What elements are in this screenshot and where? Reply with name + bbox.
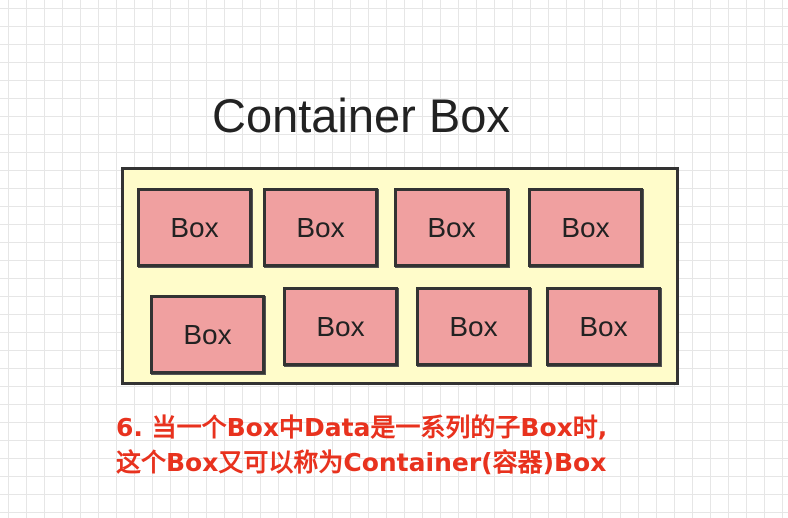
caption: 6. 当一个Box中Data是一系列的子Box时, 这个Box又可以称为Cont… [116, 410, 607, 480]
container-box: Box Box Box Box Box Box Box Box [121, 167, 679, 385]
child-box-7: Box [416, 287, 531, 366]
child-box-5: Box [150, 295, 265, 374]
child-box-2: Box [263, 188, 378, 267]
caption-line-2: 这个Box又可以称为Container(容器)Box [116, 448, 607, 477]
child-box-8: Box [546, 287, 661, 366]
child-box-6: Box [283, 287, 398, 366]
caption-line-1: 6. 当一个Box中Data是一系列的子Box时, [116, 413, 608, 442]
child-box-1: Box [137, 188, 252, 267]
diagram-title: Container Box [212, 89, 510, 142]
child-box-4: Box [528, 188, 643, 267]
child-box-3: Box [394, 188, 509, 267]
